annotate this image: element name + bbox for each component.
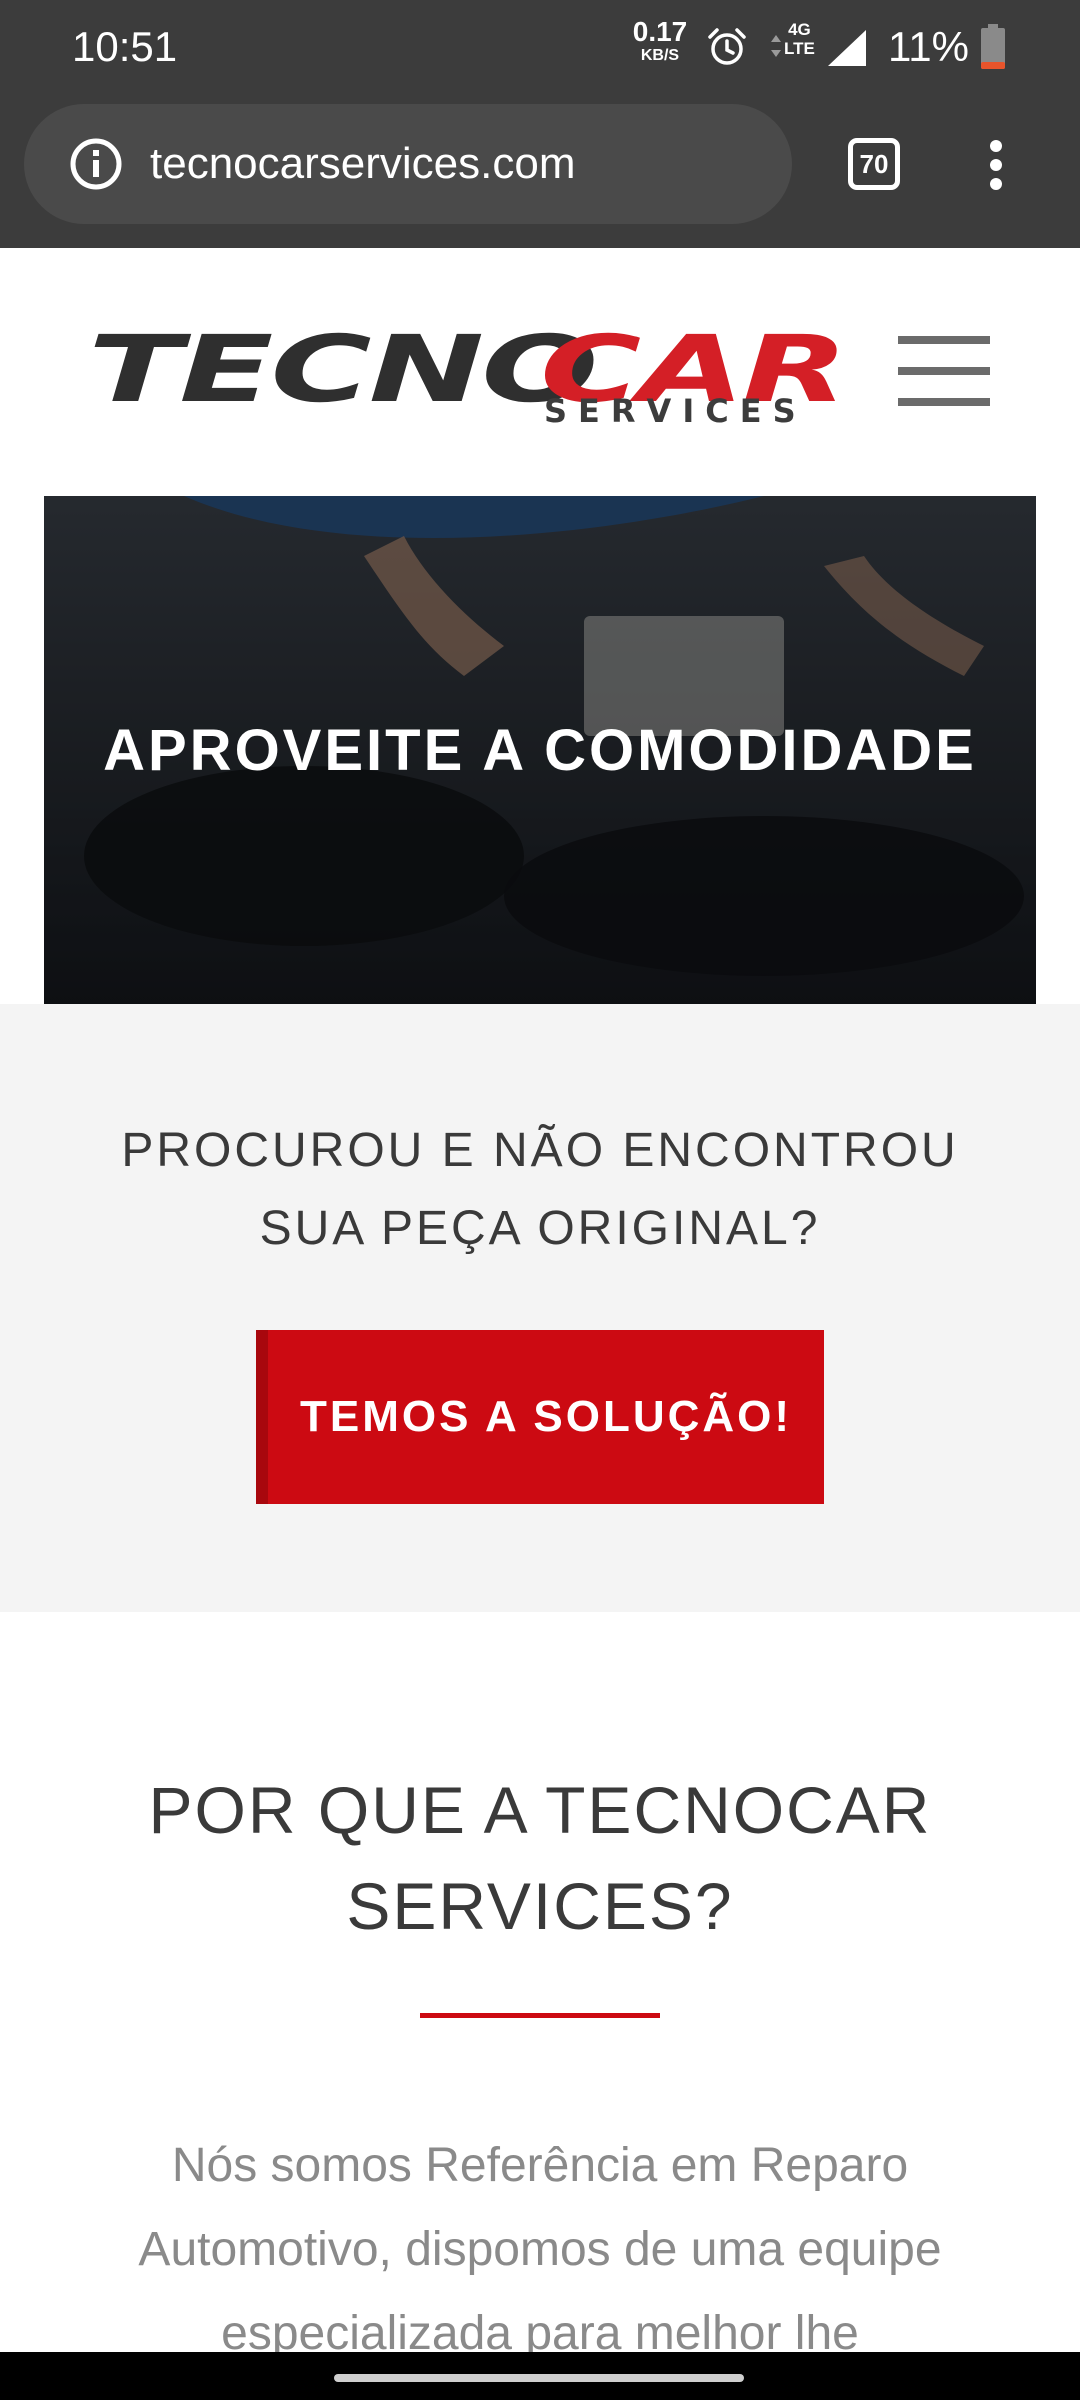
network-type-top: 4G	[788, 20, 811, 39]
network-type-bottom: LTE	[784, 39, 815, 58]
logo-text-services: SERVICES	[544, 392, 807, 430]
hero-title: APROVEITE A COMODIDADE	[103, 717, 977, 783]
battery-icon	[980, 24, 1006, 75]
solution-button[interactable]: TEMOS A SOLUÇÃO!	[256, 1330, 824, 1504]
hamburger-line	[898, 336, 990, 344]
hamburger-menu-icon[interactable]	[898, 336, 990, 406]
browser-chrome: 10:51 0.17 KB/S 4G LTE 11% tecnocarservi…	[0, 0, 1080, 248]
network-type: 4G LTE	[784, 20, 815, 58]
status-time: 10:51	[72, 23, 178, 70]
hero-banner: APROVEITE A COMODIDADE	[44, 496, 1036, 1004]
logo-text-tecno: TECNO	[88, 316, 598, 423]
url-text[interactable]: tecnocarservices.com	[150, 134, 575, 194]
cta-section: PROCUROU E NÃO ENCONTROU SUA PEÇA ORIGIN…	[0, 1004, 1080, 1612]
network-speed-value: 0.17	[632, 16, 688, 47]
more-vert-icon[interactable]	[978, 138, 1014, 197]
system-navigation-bar	[0, 2352, 1080, 2400]
info-icon[interactable]	[68, 136, 124, 197]
signal-icon	[826, 28, 868, 73]
home-gesture-handle[interactable]	[334, 2374, 744, 2382]
alarm-icon	[706, 26, 748, 73]
why-section-text: Nós somos Referência em Reparo Automotiv…	[138, 2139, 942, 2360]
battery-percent: 11%	[888, 23, 969, 70]
why-section-title: POR QUE A TECNOCAR SERVICES?	[148, 1773, 932, 1943]
address-bar[interactable]: tecnocarservices.com	[24, 104, 792, 224]
site-header: TECNO CAR SERVICES	[0, 248, 1080, 496]
data-arrows-icon	[770, 34, 782, 63]
hamburger-line	[898, 398, 990, 406]
cta-question: PROCUROU E NÃO ENCONTROU SUA PEÇA ORIGIN…	[121, 1124, 959, 1255]
hamburger-line	[898, 367, 990, 375]
network-speed: 0.17 KB/S	[630, 18, 690, 64]
status-bar: 10:51 0.17 KB/S 4G LTE 11%	[0, 0, 1080, 94]
tecnocar-logo[interactable]: TECNO CAR SERVICES	[88, 316, 848, 431]
tabs-button[interactable]: 70	[848, 138, 900, 190]
section-divider	[420, 2013, 660, 2018]
network-speed-unit: KB/S	[640, 47, 680, 64]
